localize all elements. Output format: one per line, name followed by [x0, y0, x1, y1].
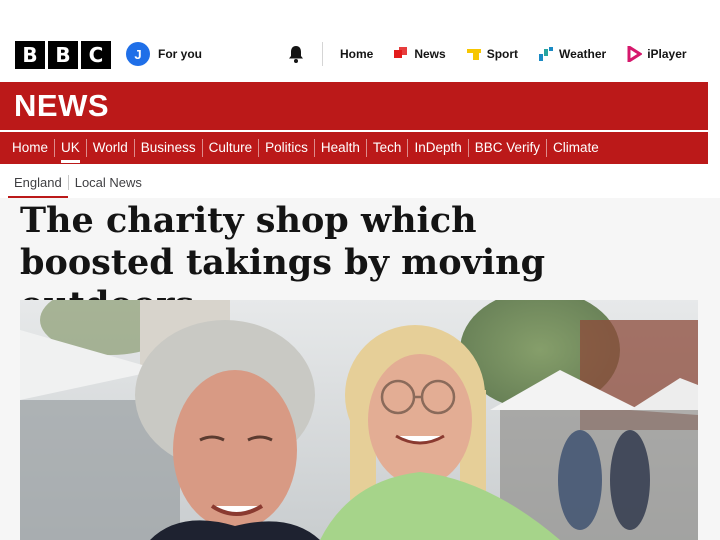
topnav-sport[interactable]: Sport: [456, 44, 528, 64]
section-item-business[interactable]: Business: [133, 139, 202, 157]
bbc-logo-letter: C: [81, 41, 111, 69]
news-logo[interactable]: NEWS: [14, 88, 109, 124]
weather-icon: [539, 47, 554, 61]
sport-icon: [466, 49, 481, 60]
subnav-item-local-news[interactable]: Local News: [67, 174, 148, 190]
bbc-logo[interactable]: B B C: [15, 41, 111, 69]
section-item-politics[interactable]: Politics: [258, 139, 314, 157]
section-navigation: Home UK World Business Culture Politics …: [0, 132, 708, 164]
topnav-label: News: [414, 47, 446, 61]
section-item-home[interactable]: Home: [6, 139, 54, 157]
section-item-health[interactable]: Health: [313, 139, 366, 157]
section-item-world[interactable]: World: [85, 139, 134, 157]
topnav-label: Home: [340, 47, 374, 61]
article-photo: [20, 300, 698, 540]
bbc-logo-letter: B: [48, 41, 78, 69]
top-navigation: Home News Sport Weather iPlayer: [330, 44, 697, 64]
section-item-climate[interactable]: Climate: [546, 139, 605, 157]
iplayer-icon: [627, 46, 643, 62]
masthead-divider: [322, 42, 323, 66]
avatar: J: [126, 42, 150, 66]
section-item-indepth[interactable]: InDepth: [407, 139, 467, 157]
topnav-label: iPlayer: [647, 47, 687, 61]
topnav-label: Sport: [486, 47, 519, 61]
section-item-bbc-verify[interactable]: BBC Verify: [467, 139, 546, 157]
sub-navigation: England Local News: [8, 170, 148, 198]
photo-illustration: [20, 300, 698, 540]
topnav-news[interactable]: News: [383, 44, 455, 64]
bbc-logo-letter: B: [15, 41, 45, 69]
news-icon: [394, 47, 408, 58]
account-button[interactable]: J For you: [126, 42, 202, 66]
section-item-culture[interactable]: Culture: [201, 139, 259, 157]
subnav-item-england[interactable]: England: [8, 175, 68, 198]
bell-icon[interactable]: [286, 44, 306, 64]
masthead: B B C J For you Home News Sport Weather …: [0, 0, 720, 82]
account-label: For you: [158, 47, 202, 61]
topnav-weather[interactable]: Weather: [528, 44, 616, 64]
section-item-tech[interactable]: Tech: [365, 139, 408, 157]
topnav-iplayer[interactable]: iPlayer: [616, 44, 696, 64]
topnav-home[interactable]: Home: [330, 44, 383, 64]
topnav-label: Weather: [559, 47, 607, 61]
section-item-uk[interactable]: UK: [54, 139, 86, 163]
